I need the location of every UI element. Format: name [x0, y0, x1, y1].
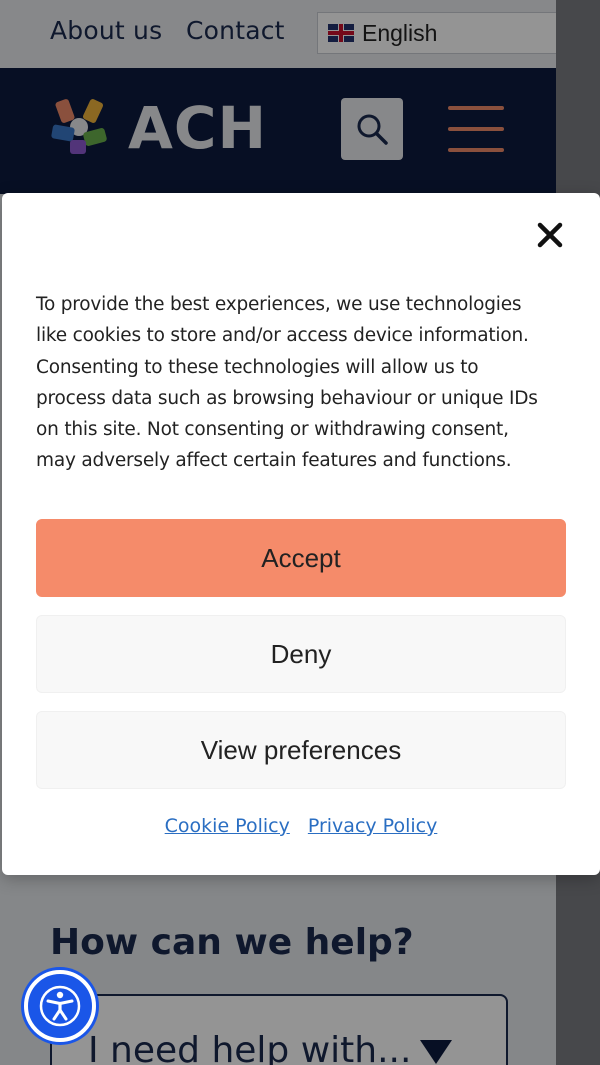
- privacy-policy-link[interactable]: Privacy Policy: [308, 815, 437, 837]
- consent-line: may adversely affect certain features an…: [36, 450, 512, 472]
- consent-line: process data such as browsing behaviour …: [36, 387, 538, 409]
- cookie-consent-dialog: To provide the best experiences, we use …: [2, 193, 600, 875]
- cookie-policy-link[interactable]: Cookie Policy: [165, 815, 290, 837]
- consent-line: To provide the best experiences, we use …: [36, 294, 522, 315]
- close-button[interactable]: [532, 217, 568, 253]
- close-icon: [537, 222, 563, 248]
- consent-line: Consenting to these technologies will al…: [36, 356, 479, 378]
- accept-button[interactable]: Accept: [36, 519, 566, 597]
- view-preferences-button[interactable]: View preferences: [36, 711, 566, 789]
- consent-line: like cookies to store and/or access devi…: [36, 325, 529, 347]
- deny-button[interactable]: Deny: [36, 615, 566, 693]
- consent-line: on this site. Not consenting or withdraw…: [36, 419, 509, 441]
- accessibility-button[interactable]: [24, 970, 96, 1042]
- consent-message: To provide the best experiences, we use …: [36, 289, 566, 477]
- accessibility-icon: [39, 985, 81, 1027]
- policy-links: Cookie Policy Privacy Policy: [2, 815, 600, 837]
